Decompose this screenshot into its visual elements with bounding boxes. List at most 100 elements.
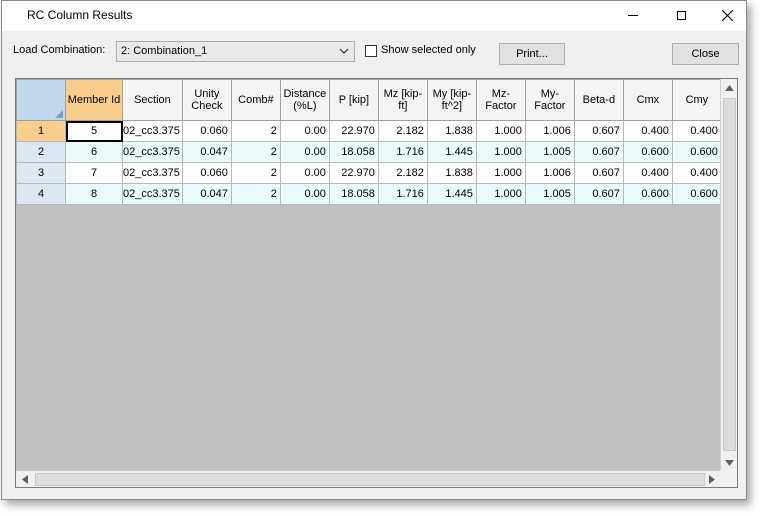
cell-section[interactable]: 02_cc3.375: [122, 162, 183, 184]
cell-unity-check[interactable]: 0.047: [181, 183, 232, 205]
cell-mz-factor[interactable]: 1.000: [475, 162, 526, 184]
vertical-scrollbar[interactable]: [720, 79, 737, 471]
col-p[interactable]: P [kip]: [328, 79, 379, 121]
cell-mz[interactable]: 2.182: [377, 120, 428, 142]
triangle-up-icon: [725, 84, 734, 91]
cell-p[interactable]: 18.058: [328, 141, 379, 163]
cell-beta-d[interactable]: 0.607: [573, 183, 624, 205]
cell-unity-check[interactable]: 0.060: [181, 120, 232, 142]
load-combination-label: Load Combination:: [13, 44, 106, 56]
col-section[interactable]: Section: [122, 79, 183, 121]
close-window-button[interactable]: [704, 1, 750, 30]
col-cmx[interactable]: Cmx: [622, 79, 673, 121]
cell-member-id[interactable]: 8: [65, 183, 123, 205]
scrollbar-corner: [720, 470, 737, 487]
cell-cmx[interactable]: 0.400: [622, 162, 673, 184]
cell-mz[interactable]: 2.182: [377, 162, 428, 184]
maximize-button[interactable]: [658, 1, 704, 30]
cell-my-factor[interactable]: 1.005: [524, 141, 575, 163]
cell-member-id[interactable]: 5: [65, 120, 123, 142]
cell-cmx[interactable]: 0.600: [622, 141, 673, 163]
row-header[interactable]: 2: [16, 141, 66, 163]
cell-unity-check[interactable]: 0.047: [181, 141, 232, 163]
col-mz-factor[interactable]: Mz-Factor: [475, 79, 526, 121]
row-header[interactable]: 3: [16, 162, 66, 184]
sort-triangle-icon: [55, 110, 63, 118]
cell-comb[interactable]: 2: [230, 183, 281, 205]
minimize-button[interactable]: [610, 1, 656, 30]
results-grid[interactable]: Member Id Section Unity Check Comb# Dist…: [15, 78, 738, 488]
cell-p[interactable]: 18.058: [328, 183, 379, 205]
cell-cmy[interactable]: 0.600: [671, 141, 722, 163]
table-row[interactable]: 3 7 02_cc3.375 0.060 2 0.00 22.970 2.182…: [16, 162, 722, 184]
row-header[interactable]: 4: [16, 183, 66, 205]
cell-my-factor[interactable]: 1.005: [524, 183, 575, 205]
rc-column-results-window: RC Column Results Load Combination: 2: C…: [1, 0, 747, 500]
col-my-factor[interactable]: My-Factor: [524, 79, 575, 121]
cell-section[interactable]: 02_cc3.375: [122, 141, 183, 163]
minimize-icon: [628, 15, 638, 16]
horizontal-scroll-thumb[interactable]: [35, 473, 705, 486]
cell-mz-factor[interactable]: 1.000: [475, 141, 526, 163]
cell-distance[interactable]: 0.00: [279, 141, 330, 163]
cell-cmx[interactable]: 0.400: [622, 120, 673, 142]
cell-mz-factor[interactable]: 1.000: [475, 183, 526, 205]
cell-distance[interactable]: 0.00: [279, 183, 330, 205]
cell-unity-check[interactable]: 0.060: [181, 162, 232, 184]
horizontal-scrollbar[interactable]: [16, 470, 720, 487]
cell-cmx[interactable]: 0.600: [622, 183, 673, 205]
table-row[interactable]: 2 6 02_cc3.375 0.047 2 0.00 18.058 1.716…: [16, 141, 722, 163]
cell-cmy[interactable]: 0.600: [671, 183, 722, 205]
cell-cmy[interactable]: 0.400: [671, 162, 722, 184]
cell-my[interactable]: 1.445: [426, 183, 477, 205]
cell-comb[interactable]: 2: [230, 162, 281, 184]
cell-mz[interactable]: 1.716: [377, 141, 428, 163]
col-beta-d[interactable]: Beta-d: [573, 79, 624, 121]
cell-mz[interactable]: 1.716: [377, 183, 428, 205]
cell-my-factor[interactable]: 1.006: [524, 162, 575, 184]
col-cmy[interactable]: Cmy: [671, 79, 722, 121]
vertical-scroll-thumb[interactable]: [723, 98, 736, 451]
col-unity-check[interactable]: Unity Check: [181, 79, 232, 121]
col-member-id[interactable]: Member Id: [65, 79, 123, 121]
select-all-corner[interactable]: [16, 79, 66, 121]
cell-member-id[interactable]: 6: [65, 141, 123, 163]
cell-beta-d[interactable]: 0.607: [573, 120, 624, 142]
cell-p[interactable]: 22.970: [328, 120, 379, 142]
cell-section[interactable]: 02_cc3.375: [122, 183, 183, 205]
close-button[interactable]: Close: [672, 43, 739, 65]
cell-mz-factor[interactable]: 1.000: [475, 120, 526, 142]
col-my[interactable]: My [kip-ft^2]: [426, 79, 477, 121]
cell-beta-d[interactable]: 0.607: [573, 162, 624, 184]
triangle-down-icon: [725, 459, 734, 466]
col-mz[interactable]: Mz [kip-ft]: [377, 79, 428, 121]
cell-distance[interactable]: 0.00: [279, 162, 330, 184]
cell-my[interactable]: 1.838: [426, 162, 477, 184]
cell-cmy[interactable]: 0.400: [671, 120, 722, 142]
col-distance[interactable]: Distance (%L): [279, 79, 330, 121]
scroll-left-button[interactable]: [16, 471, 33, 487]
cell-beta-d[interactable]: 0.607: [573, 141, 624, 163]
row-header[interactable]: 1: [16, 120, 66, 142]
cell-distance[interactable]: 0.00: [279, 120, 330, 142]
cell-my[interactable]: 1.445: [426, 141, 477, 163]
scroll-up-button[interactable]: [721, 79, 737, 96]
scroll-down-button[interactable]: [721, 454, 737, 471]
load-combination-dropdown[interactable]: 2: Combination_1: [116, 41, 355, 62]
cell-my-factor[interactable]: 1.006: [524, 120, 575, 142]
title-bar: RC Column Results: [2, 1, 746, 31]
print-button[interactable]: Print...: [499, 43, 565, 65]
cell-member-id[interactable]: 7: [65, 162, 123, 184]
cell-section[interactable]: 02_cc3.375: [122, 120, 183, 142]
scroll-right-button[interactable]: [703, 471, 720, 487]
cell-my[interactable]: 1.838: [426, 120, 477, 142]
cell-comb[interactable]: 2: [230, 120, 281, 142]
table-row[interactable]: 1 5 02_cc3.375 0.060 2 0.00 22.970 2.182…: [16, 120, 722, 142]
show-selected-checkbox[interactable]: [365, 45, 377, 57]
cell-p[interactable]: 22.970: [328, 162, 379, 184]
col-comb[interactable]: Comb#: [230, 79, 281, 121]
load-combination-value: 2: Combination_1: [121, 45, 208, 57]
cell-comb[interactable]: 2: [230, 141, 281, 163]
close-icon: [721, 10, 733, 21]
table-row[interactable]: 4 8 02_cc3.375 0.047 2 0.00 18.058 1.716…: [16, 183, 722, 205]
